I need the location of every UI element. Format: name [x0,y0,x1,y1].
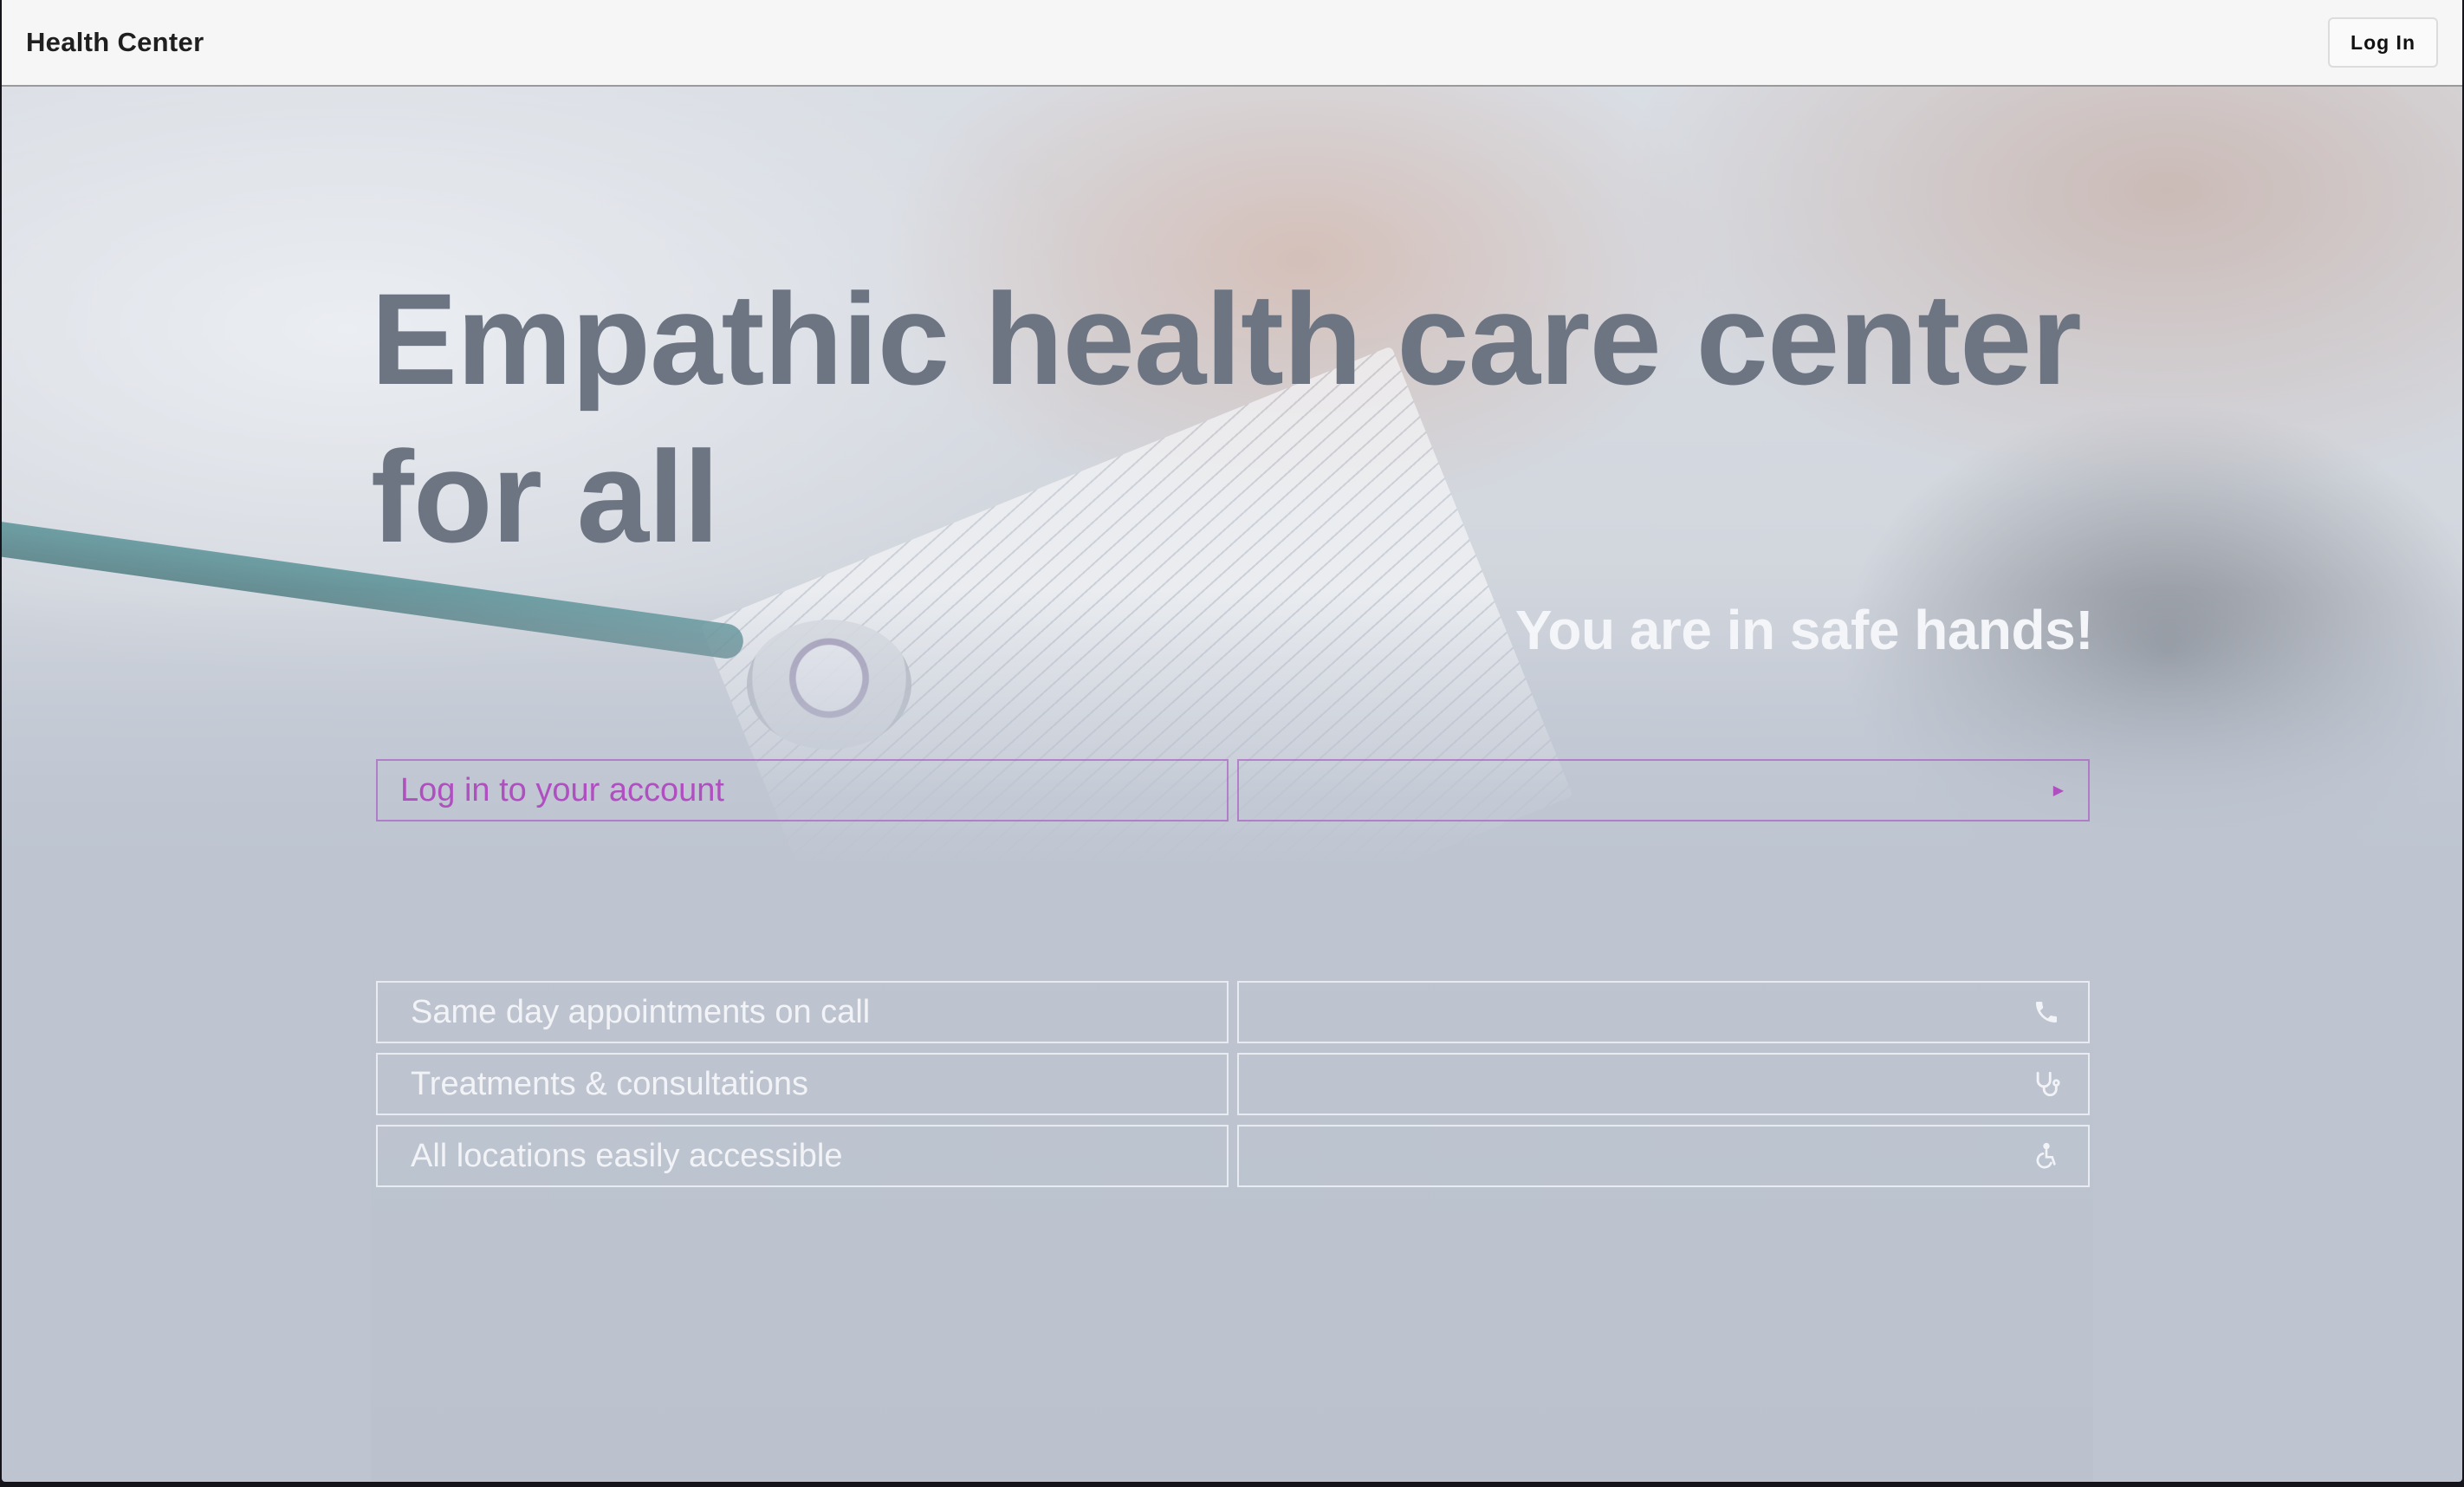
hero-tagline: You are in safe hands! [1514,599,2094,661]
hero-headline: Empathic health care center for all [371,266,2082,569]
login-row[interactable]: Log in to your account ▶ [376,759,2090,821]
brand-title: Health Center [26,27,204,57]
accessibility-icon [2029,1139,2064,1173]
feature-row: Same day appointments on call [376,981,2090,1043]
feature-label: Treatments & consultations [376,1053,1229,1115]
top-navigation-bar: Health Center Log In [2,0,2462,87]
feature-icon-cell [1237,1053,2090,1115]
feature-label: Same day appointments on call [376,981,1229,1043]
feature-icon-cell [1237,1125,2090,1187]
phone-icon [2029,995,2064,1029]
login-link[interactable]: Log in to your account [376,759,1229,821]
stethoscope-icon [2029,1067,2064,1101]
feature-label: All locations easily accessible [376,1125,1229,1187]
chevron-right-icon: ▶ [2052,783,2064,798]
feature-icon-cell [1237,981,2090,1043]
login-arrow-cell[interactable]: ▶ [1237,759,2090,821]
feature-row: Treatments & consultations [376,1053,2090,1115]
feature-row: All locations easily accessible [376,1125,2090,1187]
login-button[interactable]: Log In [2328,17,2438,68]
app-window: Health Center Log In Empathic health car… [2,0,2462,1482]
